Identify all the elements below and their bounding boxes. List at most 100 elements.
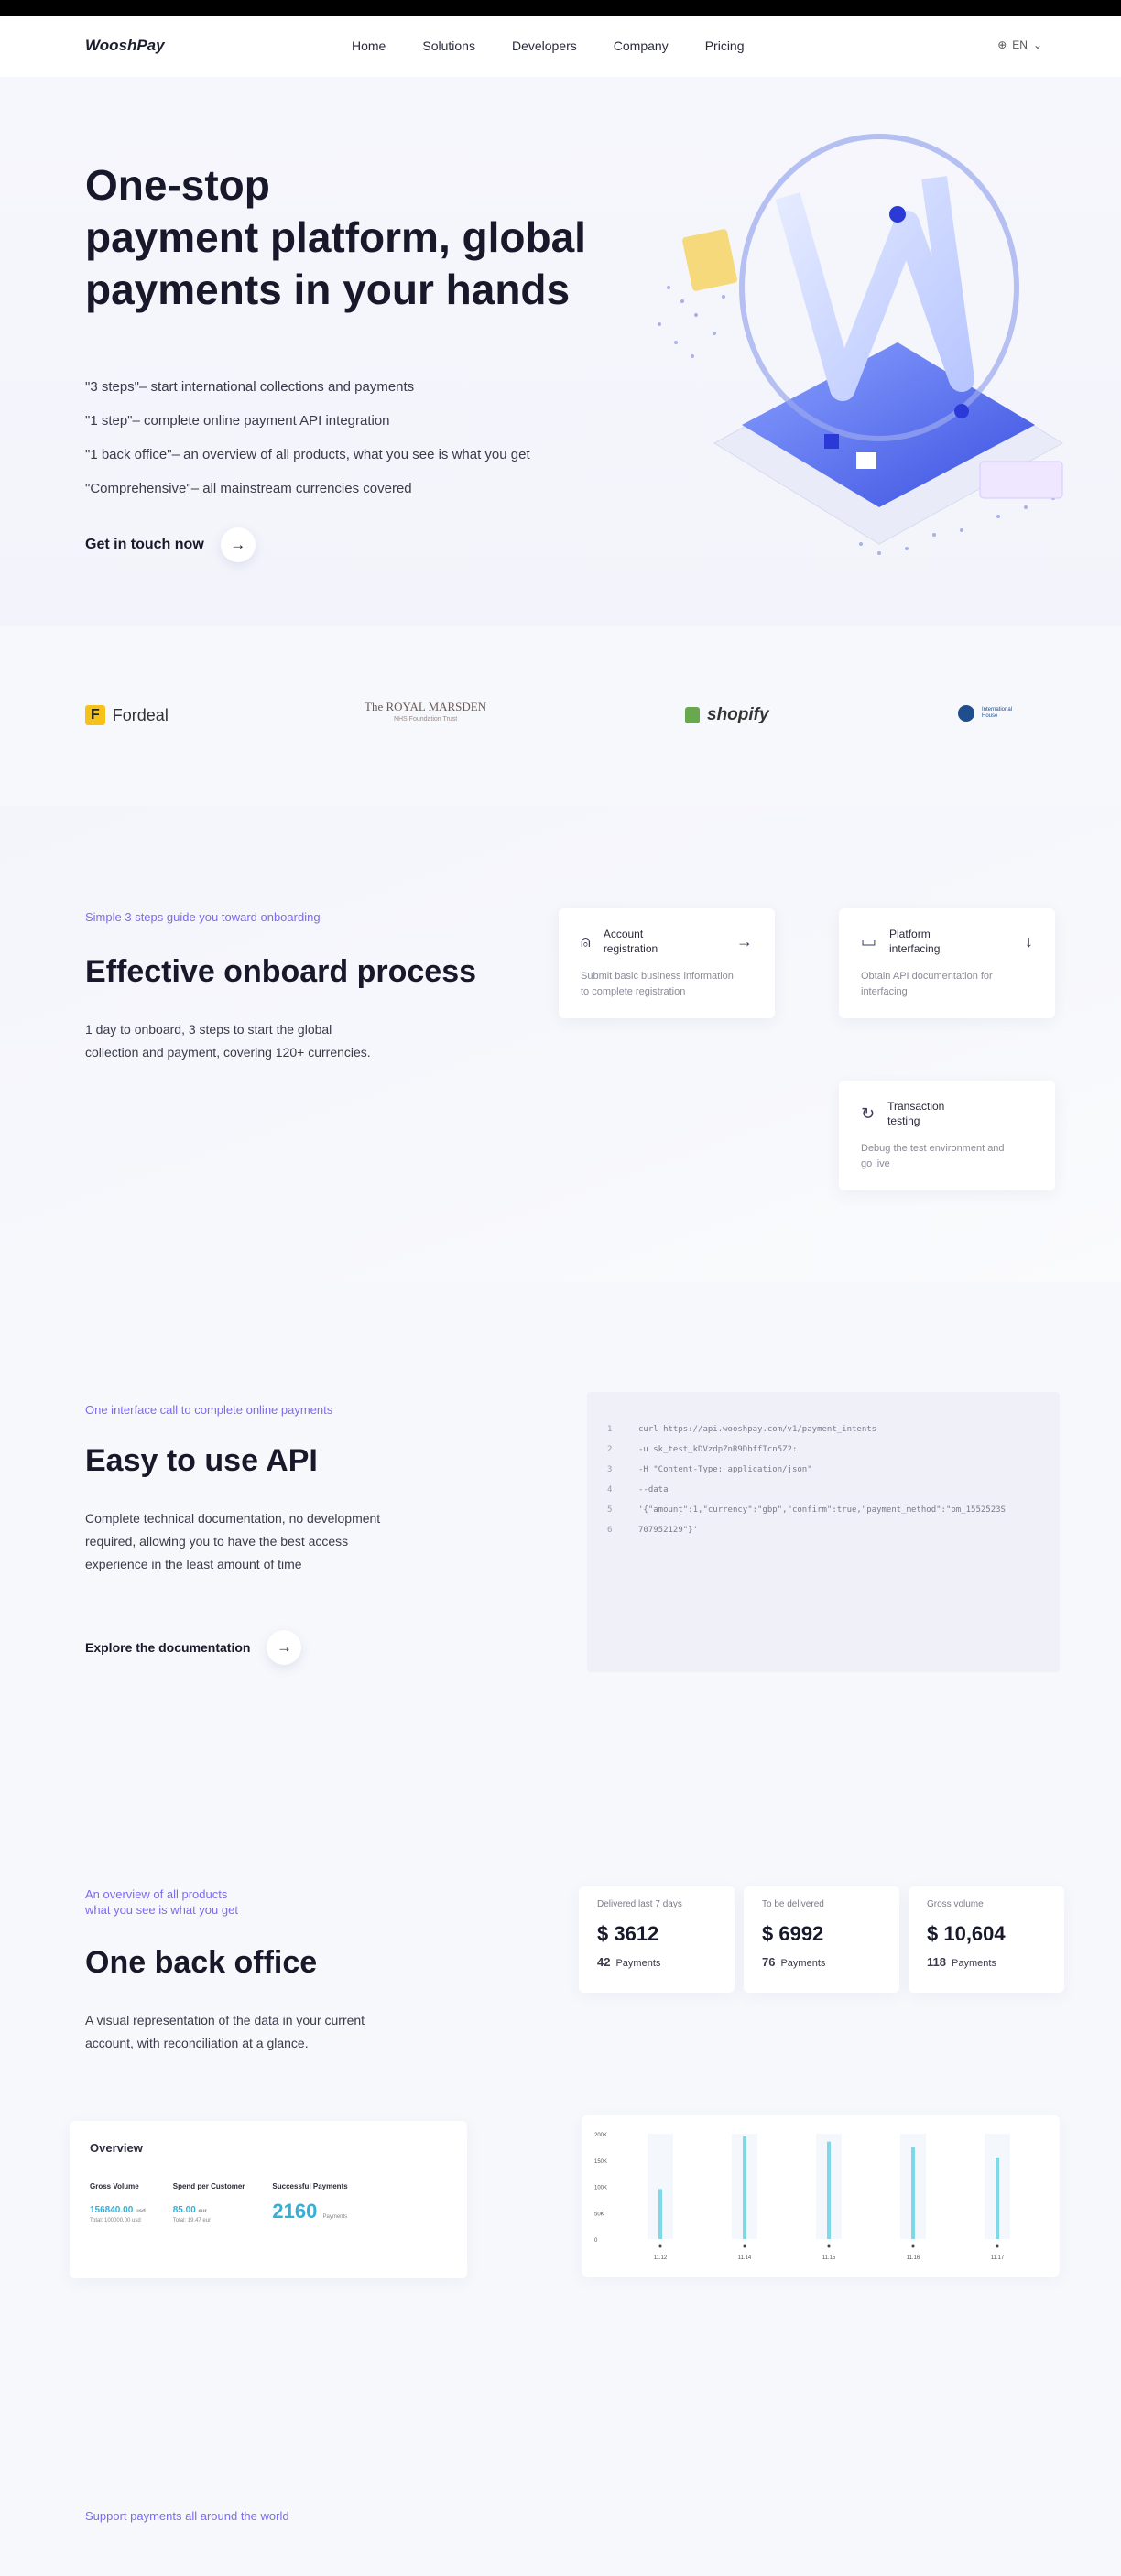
hero-title: One-stop payment platform, global paymen…	[85, 159, 671, 316]
arrow-right-icon: →	[267, 1630, 302, 1665]
international-house-logo: International House	[958, 705, 1018, 722]
y-tick-label: 0	[594, 2238, 598, 2244]
overview-col-label: Spend per Customer	[172, 2182, 245, 2190]
nav-link-developers[interactable]: Developers	[512, 38, 577, 53]
nav-link-home[interactable]: Home	[352, 38, 386, 53]
top-nav: WooshPay Home Solutions Developers Compa…	[0, 16, 1121, 77]
stat-label: Delivered last 7 days	[597, 1899, 682, 1909]
royal-marsden-name: The ROYAL MARSDEN	[365, 700, 487, 713]
x-tick-label: 11.12	[654, 2255, 668, 2261]
hero-title-line: One-stop	[85, 161, 270, 209]
volume-chart-card: 200K 150K 100K 50K 0 11.12 11.14 11.15 11.16 11.1…	[582, 2115, 1060, 2277]
overview-columns: Gross Volume 156840.00 usd Total: 100000…	[90, 2182, 447, 2223]
line-number: 2	[607, 1445, 613, 1454]
code-snippet: 1 curl https://api.wooshpay.com/v1/paymen…	[587, 1392, 1060, 1672]
code-line: 1 curl https://api.wooshpay.com/v1/paymen…	[607, 1419, 1039, 1440]
refresh-icon: ↻	[861, 1103, 876, 1123]
onboard-description: 1 day to onboard, 3 steps to start the g…	[85, 1018, 371, 1064]
overview-col-spend: Spend per Customer 85.00 eur Total: 19.4…	[173, 2182, 245, 2223]
hero-title-line: payment platform, global	[85, 213, 586, 261]
stat-amount: $ 6992	[762, 1922, 824, 1945]
step-card-transaction-testing[interactable]: ↻ Transaction testing Debug the test env…	[839, 1081, 1055, 1190]
chart-bar	[911, 2147, 915, 2239]
api-description: Complete technical documentation, no dev…	[85, 1507, 380, 1576]
line-number: 6	[607, 1526, 613, 1535]
shopify-bag-icon	[685, 707, 700, 723]
overview-col-value: 156840.00 usd	[90, 2205, 146, 2215]
x-tick-dot	[911, 2244, 915, 2248]
get-in-touch-label: Get in touch now	[85, 537, 204, 552]
onboard-tag: Simple 3 steps guide you toward onboardi…	[85, 910, 321, 924]
step-title: Account registration	[604, 927, 724, 956]
overview-card: Overview Gross Volume 156840.00 usd Tota…	[70, 2121, 467, 2278]
overview-unit: eur	[198, 2209, 207, 2214]
step-title: Transaction testing	[887, 1099, 1033, 1128]
stat-count-unit: Payments	[951, 1958, 996, 1969]
y-tick-label: 150K	[594, 2159, 607, 2165]
globe-icon	[958, 705, 974, 722]
hero-title-line: payments in your hands	[85, 266, 571, 313]
arrow-right-icon: →	[736, 931, 753, 951]
hero-feature: "1 back office"– an overview of all prod…	[85, 447, 530, 462]
step-description: Obtain API documentation for interfacing	[861, 969, 1033, 1000]
api-desc-line: required, allowing you to have the best …	[85, 1534, 349, 1549]
nav-link-pricing[interactable]: Pricing	[705, 38, 745, 53]
x-tick-label: 11.16	[907, 2255, 920, 2261]
step-desc-line: to complete registration	[581, 986, 686, 997]
step-card-platform-interfacing[interactable]: ▭ Platform interfacing ↓ Obtain API docu…	[839, 908, 1055, 1018]
x-tick-label: 11.14	[738, 2255, 752, 2261]
fordeal-logo: F Fordeal	[85, 705, 169, 725]
chart-bar	[743, 2136, 746, 2239]
line-number: 5	[607, 1505, 613, 1515]
fordeal-mark-icon: F	[85, 705, 105, 725]
partner-logos: F Fordeal The ROYAL MARSDEN NHS Foundati…	[0, 626, 1121, 806]
arrow-down-icon: ↓	[1025, 931, 1033, 951]
overview-title: Overview	[90, 2141, 143, 2155]
overview-col-value: 2160 Payments	[272, 2200, 347, 2223]
explore-docs-label: Explore the documentation	[85, 1640, 251, 1655]
back-office-description: A visual representation of the data in y…	[85, 2009, 365, 2055]
world-section: Support payments all around the world	[0, 2344, 1121, 2576]
code-text: -u sk_test_kDVzdpZnR9DbffTcn5Z2:	[638, 1445, 798, 1454]
y-tick-label: 100K	[594, 2186, 607, 2191]
stat-amount: $ 3612	[597, 1922, 659, 1945]
step-title-line: Transaction	[887, 1100, 945, 1113]
step-title-line: Account	[603, 928, 644, 940]
hero-feature: "Comprehensive"– all mainstream currenci…	[85, 481, 412, 496]
brand-logo[interactable]: WooshPay	[85, 37, 165, 55]
overview-value: 2160	[272, 2200, 318, 2223]
onboard-desc-line: collection and payment, covering 120+ cu…	[85, 1045, 371, 1060]
chart-bar	[827, 2141, 831, 2239]
user-badge-icon: ⍝	[581, 931, 591, 951]
step-description: Debug the test environment and go live	[861, 1141, 1033, 1172]
shopify-logo: shopify	[685, 705, 769, 725]
world-tag: Support payments all around the world	[85, 2509, 289, 2523]
step-title: Platform interfacing	[889, 927, 1012, 956]
get-in-touch-button[interactable]: Get in touch now →	[85, 527, 256, 562]
step-title-line: interfacing	[889, 942, 941, 955]
back-office-section: An overview of all products what you see…	[0, 1795, 1121, 2344]
onboard-title: Effective onboard process	[85, 954, 477, 989]
royal-marsden-logo: The ROYAL MARSDEN NHS Foundation Trust	[365, 700, 486, 723]
international-house-name: International House	[982, 707, 1013, 719]
nav-link-solutions[interactable]: Solutions	[422, 38, 475, 53]
nav-link-company[interactable]: Company	[614, 38, 669, 53]
x-tick-dot	[996, 2244, 999, 2248]
y-tick-label: 200K	[594, 2133, 607, 2138]
stat-count: 118 Payments	[927, 1955, 1046, 1969]
x-tick-dot	[827, 2244, 831, 2248]
stat-count: 76 Payments	[762, 1955, 881, 1969]
explore-docs-link[interactable]: Explore the documentation →	[85, 1630, 302, 1665]
stat-card-gross-volume: Gross volume $ 10,604 118 Payments	[909, 1886, 1064, 1993]
y-tick-label: 50K	[594, 2212, 604, 2217]
step-title-line: testing	[887, 1114, 920, 1127]
language-selector[interactable]: ⊕ EN ⌄	[997, 38, 1042, 51]
overview-col-gross-volume: Gross Volume 156840.00 usd Total: 100000…	[90, 2182, 146, 2223]
step-card-account-registration[interactable]: ⍝ Account registration → Submit basic bu…	[559, 908, 775, 1018]
back-office-title: One back office	[85, 1945, 318, 1980]
stat-count-number: 118	[927, 1955, 946, 1969]
step-title-line: registration	[603, 942, 658, 955]
code-text: --data	[638, 1485, 669, 1495]
stat-count-number: 76	[762, 1955, 776, 1969]
fordeal-name: Fordeal	[112, 705, 169, 724]
